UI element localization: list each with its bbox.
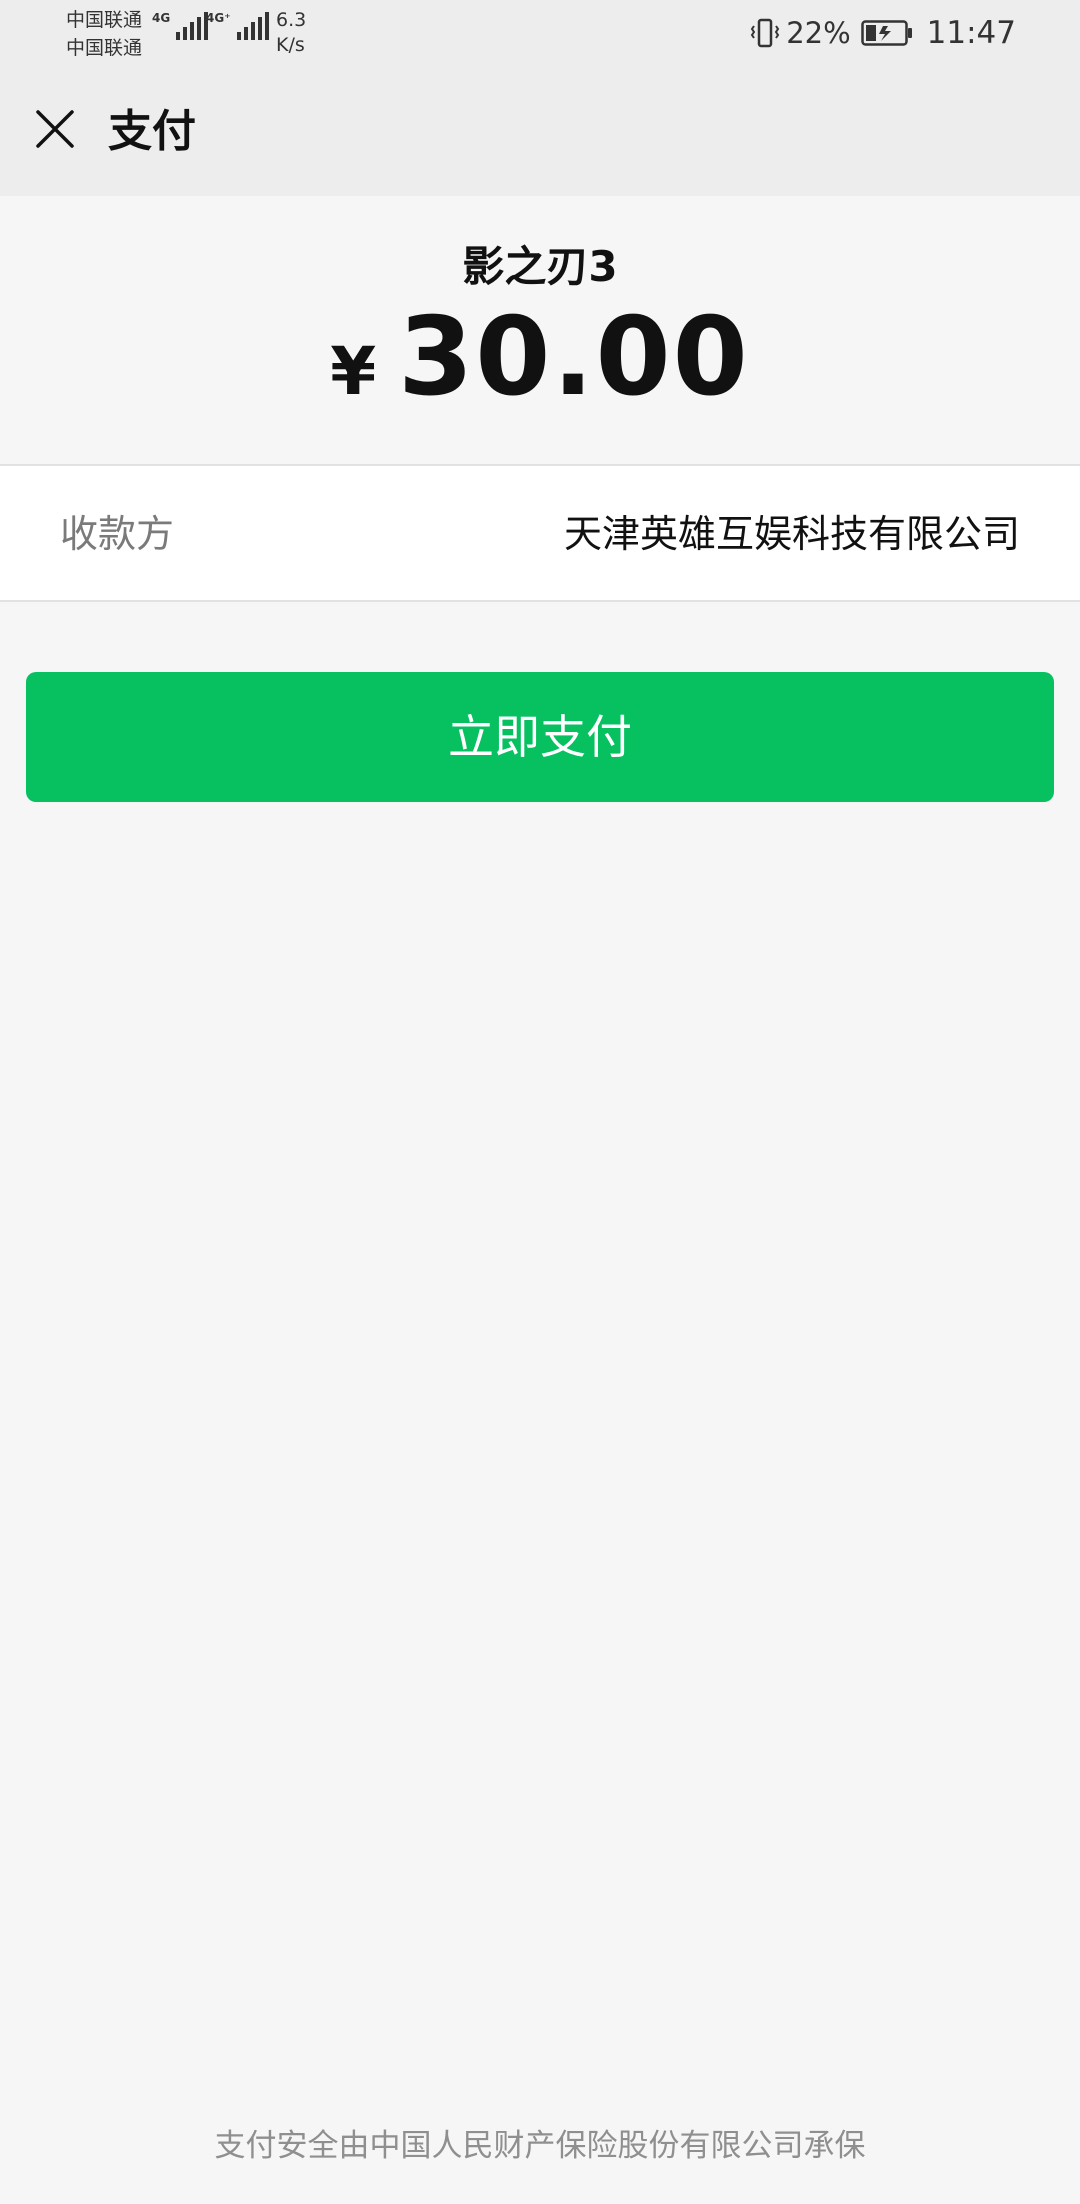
pay-now-button[interactable]: 立即支付 — [26, 672, 1054, 802]
network-speed-unit: K/s — [276, 34, 305, 56]
network-type-1: 4G — [152, 11, 171, 25]
carrier-names: 中国联通 中国联通 — [66, 6, 142, 62]
battery-percent: 22% — [786, 16, 851, 50]
network-speed: 6.3 K/s — [276, 8, 306, 58]
vibrate-icon — [750, 18, 780, 48]
product-name: 影之刃3 — [462, 242, 618, 291]
network-speed-value: 6.3 — [276, 9, 307, 31]
network-type-2: 4G⁺ — [206, 11, 231, 25]
carrier-2: 中国联通 — [66, 37, 143, 59]
payment-amount: 30.00 — [398, 295, 750, 420]
signal-icon: 4G — [152, 11, 209, 40]
close-icon[interactable] — [35, 109, 75, 149]
page-title: 支付 — [108, 106, 196, 157]
insurance-note: 支付安全由中国人民财产保险股份有限公司承保 — [214, 2128, 866, 2164]
battery-charging-icon — [860, 20, 912, 46]
close-button[interactable] — [28, 102, 82, 156]
currency-symbol: ¥ — [330, 333, 377, 410]
payee-name: 天津英雄互娱科技有限公司 — [563, 512, 1020, 556]
status-right: 22% 11:47 — [748, 12, 1016, 54]
amount-row: ¥ 30.00 — [0, 298, 1080, 418]
signal-icon: 4G⁺ — [206, 12, 269, 40]
carrier-1: 中国联通 — [66, 9, 143, 31]
payee-label: 收款方 — [60, 512, 175, 556]
amount-section: 影之刃3 ¥ 30.00 — [0, 196, 1080, 464]
payee-row: 收款方 天津英雄互娱科技有限公司 — [0, 464, 1080, 602]
title-bar: 支付 — [0, 66, 1080, 196]
status-bar: 中国联通 中国联通 4G 4G⁺ 6.3 K/s 22% 11:47 — [0, 0, 1080, 66]
clock: 11:47 — [926, 15, 1016, 51]
